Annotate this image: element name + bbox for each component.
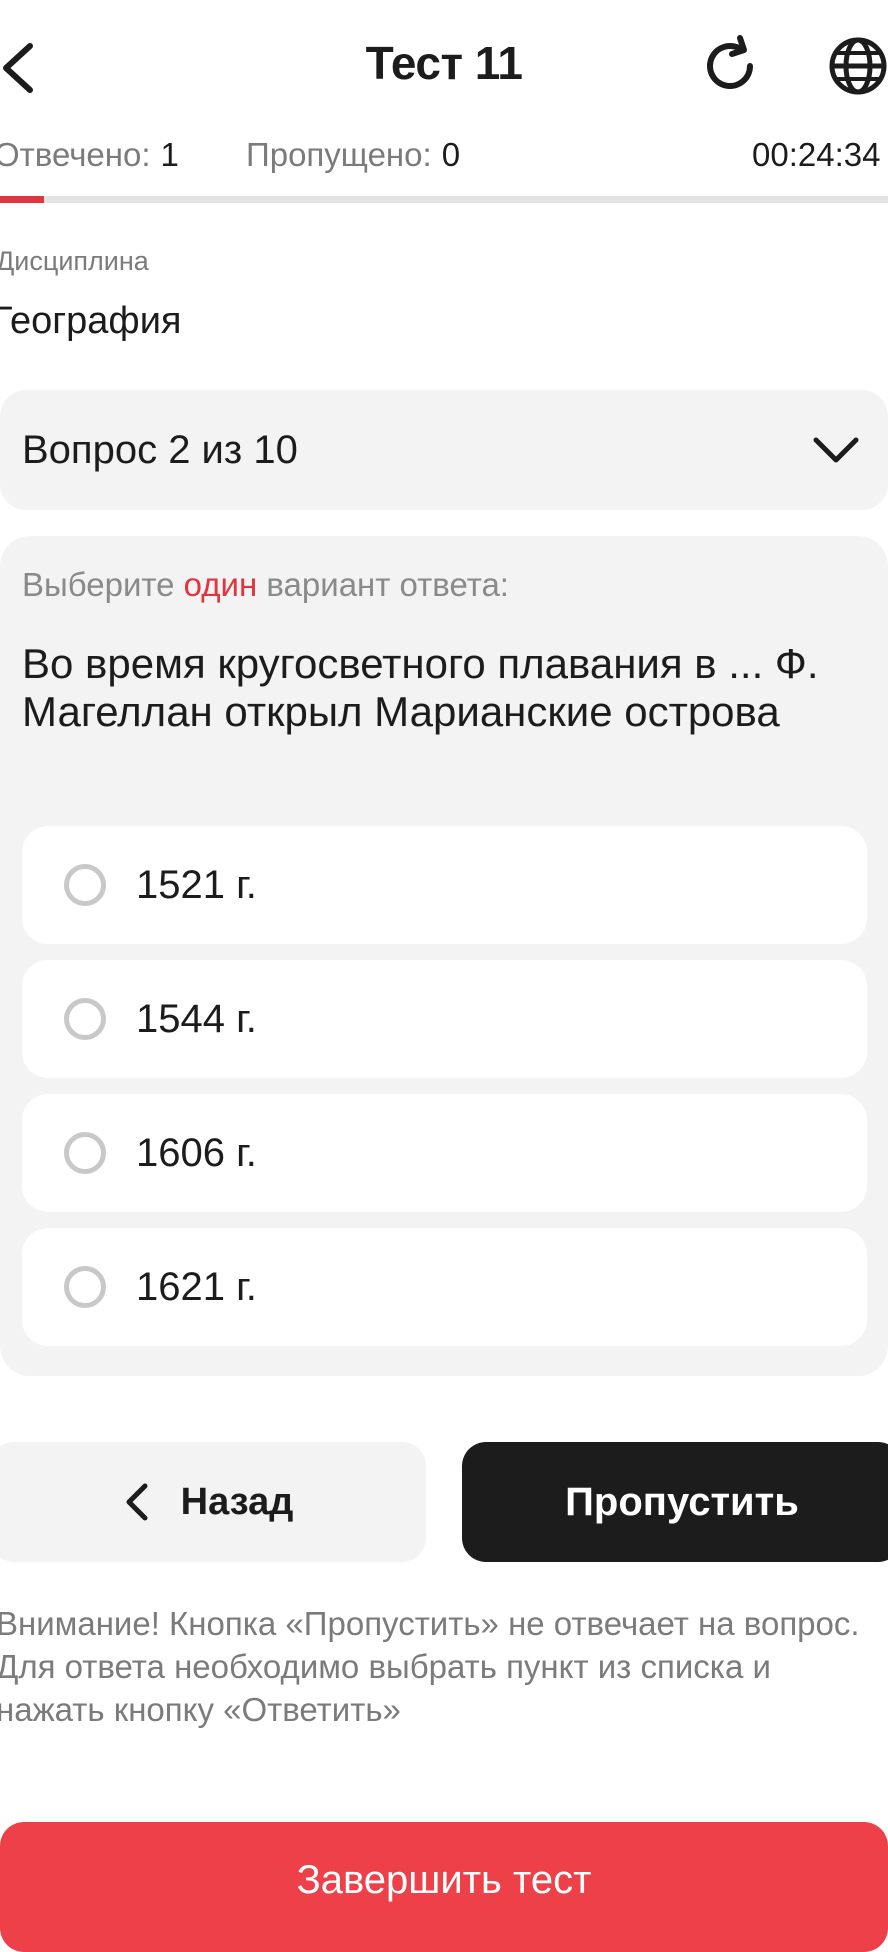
skip-button-label: Пропустить xyxy=(565,1479,799,1524)
refresh-button[interactable] xyxy=(695,33,765,103)
question-selector-label: Вопрос 2 из 10 xyxy=(22,428,298,472)
instruction-prefix: Выберите xyxy=(22,566,175,603)
globe-icon xyxy=(828,36,888,101)
radio-button[interactable] xyxy=(64,1132,106,1174)
skipped-label: Пропущено: xyxy=(246,136,432,173)
question-text: Во время кругосветного плавания в ... Ф.… xyxy=(22,640,819,735)
progress-bar xyxy=(0,196,888,203)
answered-count: 1 xyxy=(160,136,179,173)
back-button-label: Назад xyxy=(180,1480,294,1523)
skip-warning-text: Внимание! Кнопка «Пропустить» не отвечае… xyxy=(0,1605,860,1728)
chevron-down-icon xyxy=(810,428,862,472)
skipped-stat: Пропущено: 0 xyxy=(246,136,460,174)
finish-test-button[interactable]: Завершить тест xyxy=(0,1822,888,1952)
skip-button[interactable]: Пропустить xyxy=(462,1442,888,1562)
finish-test-label: Завершить тест xyxy=(296,1858,592,1902)
answer-option-label: 1544 г. xyxy=(136,996,257,1041)
answer-instruction: Выберите один вариант ответа: xyxy=(22,566,509,604)
radio-button[interactable] xyxy=(64,1266,106,1308)
answered-stat: Отвечено: 1 xyxy=(0,136,179,174)
answer-option-label: 1606 г. xyxy=(136,1130,257,1175)
progress-bar-fill xyxy=(0,196,45,203)
discipline-value: География xyxy=(0,300,182,342)
answer-option[interactable]: 1544 г. xyxy=(22,960,867,1078)
discipline-label: Дисциплина xyxy=(0,246,149,276)
answer-option[interactable]: 1621 г. xyxy=(22,1228,867,1346)
back-button[interactable]: Назад xyxy=(0,1442,426,1562)
radio-button[interactable] xyxy=(64,864,106,906)
chevron-left-icon xyxy=(123,1480,151,1524)
answer-option[interactable]: 1606 г. xyxy=(22,1094,867,1212)
answer-option-label: 1621 г. xyxy=(136,1264,257,1309)
radio-button[interactable] xyxy=(64,998,106,1040)
answer-option-label: 1521 г. xyxy=(136,862,257,907)
timer: 00:24:34 xyxy=(752,136,881,173)
answer-option[interactable]: 1521 г. xyxy=(22,826,867,944)
skipped-count: 0 xyxy=(441,136,461,173)
instruction-accent: один xyxy=(183,566,258,603)
instruction-suffix: вариант ответа: xyxy=(266,566,509,603)
refresh-icon xyxy=(698,34,762,103)
language-button[interactable] xyxy=(828,36,888,100)
answered-label: Отвечено: xyxy=(0,136,151,173)
